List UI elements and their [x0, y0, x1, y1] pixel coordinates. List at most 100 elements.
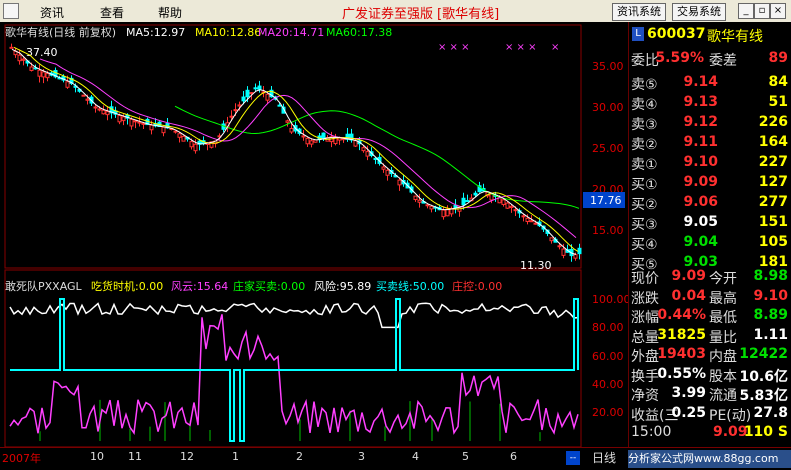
menu-item-资讯[interactable]: 资讯 [40, 4, 64, 21]
indicator-param: 吃货时机:0.00 [91, 279, 163, 293]
stat-row: 净资 3.99 流通 5.83亿 [629, 385, 791, 405]
stat-value: 8.98 [753, 268, 788, 284]
minimize-icon[interactable]: _ [738, 3, 754, 19]
indicator-tick: 60.00 [592, 350, 624, 363]
kline-chart[interactable]: 歌华有线(日线 前复权) MA5:12.97 MA10:12.86 MA20:1… [0, 22, 628, 447]
candle-body [501, 199, 506, 206]
stat-value: 10.6亿 [739, 368, 788, 385]
candle-body [141, 122, 146, 125]
candle-body [285, 120, 290, 123]
buy-row: 买④ 9.04 105 [629, 234, 791, 254]
candle-body [505, 202, 510, 209]
candle-body [45, 73, 50, 79]
candle-body [313, 139, 318, 143]
sell-row: 卖③ 9.12 226 [629, 114, 791, 134]
indicator-param: 买卖线:50.00 [376, 279, 444, 293]
quote-panel: L 600037 歌华有线 委比 5.59% 委差 89 卖⑤ 9.14 84 卖④ 9… [628, 22, 791, 447]
price-tick: 15.00 [592, 224, 624, 237]
buy-label: 买④ [631, 237, 658, 253]
candle-body [17, 54, 22, 62]
buy-volume: 151 [758, 214, 788, 230]
stat-label: 今开 [709, 271, 737, 287]
candle-body [413, 195, 418, 201]
high-price-label: 37.40 [26, 46, 58, 59]
candle-body [265, 93, 270, 101]
sell-volume: 227 [758, 154, 788, 170]
candle-body [121, 116, 126, 122]
candle-body [245, 89, 250, 98]
stat-row: 外盘 19403 内盘 12422 [629, 346, 791, 366]
buy-row: 买① 9.09 127 [629, 174, 791, 194]
trade-system-button[interactable]: 交易系统 [672, 3, 726, 21]
indicator-tick: 100.00 [592, 293, 628, 306]
stat-label: 内盘 [709, 349, 737, 365]
info-system-button[interactable]: 资讯系统 [612, 3, 666, 21]
candle-body [513, 209, 518, 212]
candle-body [65, 81, 70, 88]
menu-item-查看[interactable]: 查看 [100, 4, 124, 21]
candle-body [529, 220, 534, 223]
sell-label: 卖④ [631, 97, 658, 113]
stat-row: 涨幅 0.44% 最低 8.89 [629, 307, 791, 327]
candle-body [289, 128, 294, 133]
date-label: 2007年 [2, 452, 41, 465]
price-box-label: 17.76 [590, 194, 622, 207]
svg-text:× × ×: × × × [505, 42, 537, 53]
stat-label: 总量 [631, 329, 659, 346]
stat-value: 9.10 [753, 287, 788, 304]
price-tick: 30.00 [592, 101, 624, 114]
candle-body [97, 108, 102, 111]
sell-row: 卖④ 9.13 51 [629, 94, 791, 114]
candle-body [241, 96, 246, 102]
stock-name: 歌华有线 [707, 29, 763, 45]
stat-value: 31825 [657, 326, 706, 343]
stat-value: 1.11 [753, 326, 788, 343]
candle-body [557, 245, 562, 248]
date-label: 12 [180, 450, 194, 463]
stat-value: 5.83亿 [739, 388, 788, 404]
indicator-param: 风险:95.89 [314, 279, 371, 293]
stat-row: 收益(三 0.25 PE(动) 27.8 [629, 405, 791, 425]
candle-body [453, 204, 458, 209]
candle-body [137, 121, 142, 124]
candle-body [309, 140, 314, 145]
tick-time: 15:00 [631, 424, 672, 440]
stat-label: PE(动) [709, 407, 752, 424]
buy-price: 9.09 [683, 174, 718, 190]
candle-body [189, 141, 194, 148]
low-price-label: 11.30 [520, 259, 552, 272]
sell-label: 卖① [631, 157, 658, 173]
tab-daily[interactable]: 日线 [592, 449, 616, 466]
candle-body [465, 200, 470, 203]
buy-label: 买③ [631, 217, 658, 233]
candle-body [425, 204, 430, 207]
stat-row: 涨跌 0.04 最高 9.10 [629, 288, 791, 308]
date-label: 11 [128, 450, 142, 463]
sell-row: 卖⑤ 9.14 84 [629, 74, 791, 94]
stat-label: 量比 [709, 329, 737, 346]
stat-value: 9.09 [671, 268, 706, 284]
candle-body [305, 137, 310, 145]
stat-value: 12422 [739, 346, 788, 362]
date-label: 10 [90, 450, 104, 463]
buy-label: 买① [631, 177, 658, 193]
candle-body [321, 132, 326, 139]
candle-body [85, 98, 90, 101]
stat-row: 现价 9.09 今开 8.98 [629, 268, 791, 288]
buy-price: 9.05 [683, 214, 718, 230]
sell-price: 9.10 [683, 154, 718, 170]
date-label: 2 [296, 450, 303, 463]
stat-label: 外盘 [631, 349, 659, 365]
candle-body [81, 94, 86, 97]
buy-price: 9.04 [683, 234, 718, 250]
sell-volume: 164 [758, 134, 788, 150]
scroll-icon[interactable]: -- [566, 451, 580, 465]
candle-body [177, 133, 182, 138]
candle-body [101, 109, 106, 115]
close-icon[interactable]: × [770, 3, 786, 19]
sell-volume: 51 [768, 94, 788, 110]
system-menu-icon[interactable] [3, 3, 19, 19]
date-label: 4 [412, 450, 419, 463]
menu-item-帮助[interactable]: 帮助 [158, 4, 182, 21]
restore-icon[interactable]: ▫ [754, 3, 770, 19]
